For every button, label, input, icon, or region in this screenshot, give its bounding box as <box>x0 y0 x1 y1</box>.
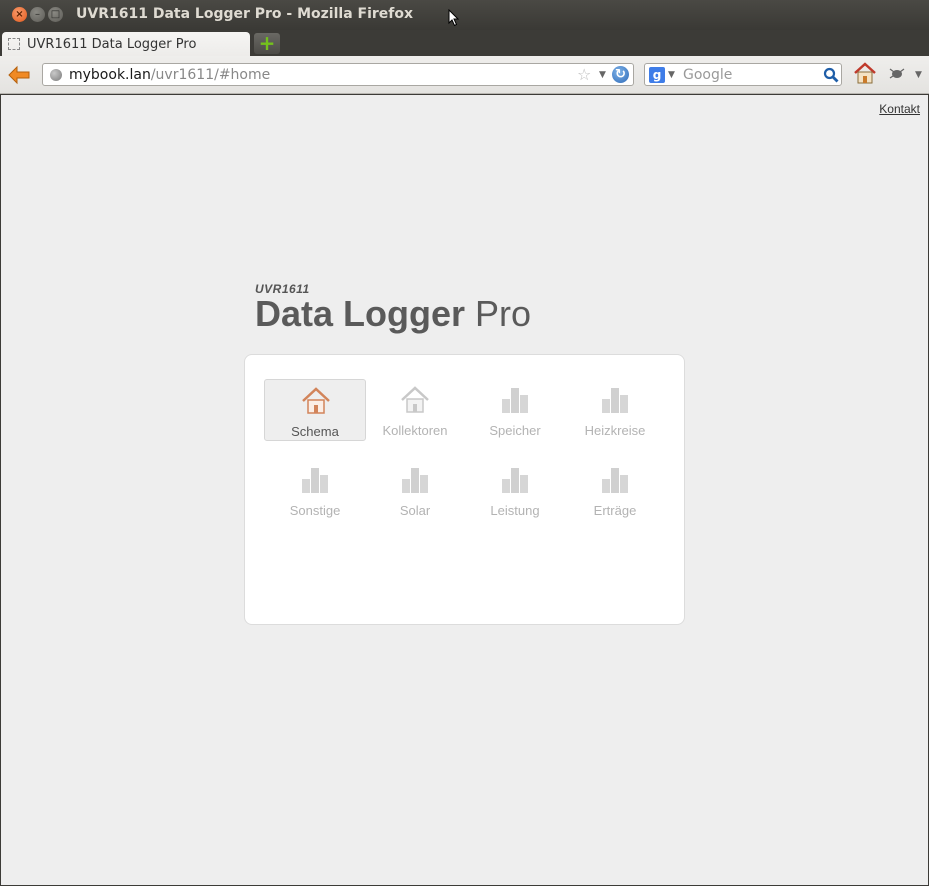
chart-icon <box>402 468 428 493</box>
menu-item-heizkreise[interactable]: Heizkreise <box>564 379 666 441</box>
menu-item-solar[interactable]: Solar <box>364 459 466 521</box>
menu-item-label: Kollektoren <box>382 423 448 438</box>
menu-item-label: Speicher <box>489 423 541 438</box>
menu-item-speicher[interactable]: Speicher <box>464 379 566 441</box>
logo-title: Data Logger Pro <box>255 293 532 334</box>
search-engine-dropdown-icon[interactable]: ▼ <box>668 70 675 80</box>
home-icon <box>401 386 429 413</box>
menu-item-label: Solar <box>399 503 431 518</box>
menu-item-kollektoren[interactable]: Kollektoren <box>364 379 466 441</box>
tab-bar: UVR1611 Data Logger Pro + <box>0 30 929 56</box>
menu-item-label: Sonstige <box>289 503 341 518</box>
chart-icon <box>602 388 628 413</box>
chart-icon <box>502 468 528 493</box>
menu-item-leistung[interactable]: Leistung <box>464 459 566 521</box>
google-engine-icon[interactable]: g <box>649 67 665 83</box>
search-bar[interactable]: g ▼ Google <box>644 63 842 86</box>
globe-icon <box>50 69 62 81</box>
navigation-panel: Schema Kollektoren Speicher Heizkreise S… <box>244 354 685 625</box>
new-tab-button[interactable]: + <box>254 33 280 54</box>
menu-item-label: Schema <box>291 424 339 439</box>
reload-icon[interactable]: ↻ <box>612 66 629 83</box>
chart-icon <box>302 468 328 493</box>
tab-uvr1611[interactable]: UVR1611 Data Logger Pro <box>2 32 250 56</box>
addon-dropdown-icon[interactable]: ▼ <box>915 70 922 80</box>
window-minimize-button[interactable]: – <box>30 7 45 22</box>
page-content: Kontakt UVR1611 Data Logger Pro Schema K… <box>1 95 928 885</box>
url-history-dropdown-icon[interactable]: ▼ <box>599 70 606 80</box>
search-placeholder[interactable]: Google <box>683 67 732 83</box>
window-titlebar: × – □ UVR1611 Data Logger Pro - Mozilla … <box>0 0 929 30</box>
kontakt-link[interactable]: Kontakt <box>879 102 920 116</box>
tab-title: UVR1611 Data Logger Pro <box>27 37 197 52</box>
menu-item-label: Leistung <box>490 503 540 518</box>
menu-item-schema[interactable]: Schema <box>264 379 366 441</box>
menu-item-label: Heizkreise <box>584 423 646 438</box>
search-icon[interactable] <box>823 67 839 83</box>
menu-item-sonstige[interactable]: Sonstige <box>264 459 366 521</box>
back-arrow-icon[interactable] <box>7 65 31 85</box>
url-text[interactable]: mybook.lan/uvr1611/#home <box>69 67 270 83</box>
window-maximize-button[interactable]: □ <box>48 7 63 22</box>
menu-item-label: Erträge <box>593 503 637 518</box>
home-icon <box>302 387 330 414</box>
chart-icon <box>602 468 628 493</box>
navigation-toolbar: mybook.lan/uvr1611/#home ☆ ▼ ↻ g ▼ Googl… <box>0 56 929 94</box>
url-bar[interactable]: mybook.lan/uvr1611/#home ☆ ▼ ↻ <box>42 63 634 86</box>
mouse-cursor-icon <box>448 9 460 27</box>
menu-item-ertraege[interactable]: Erträge <box>564 459 666 521</box>
bookmark-star-icon[interactable]: ☆ <box>577 65 591 84</box>
addon-bug-icon[interactable] <box>888 66 906 80</box>
window-close-button[interactable]: × <box>12 7 27 22</box>
page-favicon-icon <box>8 38 20 50</box>
chart-icon <box>502 388 528 413</box>
home-icon[interactable] <box>853 61 877 85</box>
window-title: UVR1611 Data Logger Pro - Mozilla Firefo… <box>76 6 414 22</box>
